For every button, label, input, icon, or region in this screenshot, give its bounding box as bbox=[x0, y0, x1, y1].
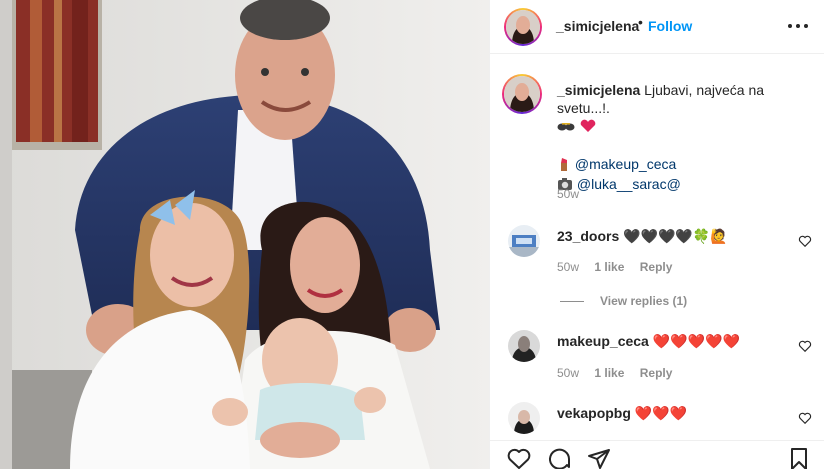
comment-avatar-makeup-ceca[interactable] bbox=[508, 330, 540, 362]
caption-username[interactable]: _simicjelena bbox=[557, 82, 640, 98]
hearts-icon bbox=[579, 119, 597, 137]
more-horizontal-icon[interactable] bbox=[786, 16, 810, 36]
caption-mention-photographer[interactable]: @luka__sarac bbox=[577, 176, 667, 192]
comment-3-username[interactable]: vekapopbg bbox=[557, 405, 631, 421]
lipstick-icon bbox=[557, 157, 571, 175]
comment-2: makeup_ceca ❤️❤️❤️❤️❤️ bbox=[557, 333, 740, 350]
comment-3-heart-icon[interactable] bbox=[798, 411, 812, 425]
comment-1-heart-icon[interactable] bbox=[798, 234, 812, 248]
post-header: _simicjelena • Follow bbox=[490, 0, 824, 54]
comment-1-username[interactable]: 23_doors bbox=[557, 228, 619, 244]
heart-icon[interactable] bbox=[506, 447, 532, 469]
caption-mention-makeup[interactable]: @makeup_ceca bbox=[575, 156, 676, 172]
comment-1-time: 50w bbox=[557, 260, 580, 274]
post-photo[interactable] bbox=[0, 0, 489, 469]
separator-dot: • bbox=[638, 14, 643, 30]
caption-timestamp: 50w bbox=[557, 187, 580, 201]
caption-mention-suffix: @ bbox=[666, 176, 681, 192]
bookmark-icon[interactable] bbox=[786, 447, 812, 469]
comment-2-text: ❤️❤️❤️❤️❤️ bbox=[652, 333, 740, 349]
comment-1-likes[interactable]: 1 like bbox=[594, 260, 624, 274]
paper-plane-icon[interactable] bbox=[586, 447, 612, 469]
family-portrait-image bbox=[0, 0, 489, 469]
author-avatar[interactable] bbox=[504, 8, 542, 46]
view-replies-label: View replies (1) bbox=[600, 294, 688, 308]
comment-2-meta: 50w 1 like Reply bbox=[557, 366, 672, 380]
caption-avatar[interactable] bbox=[502, 74, 542, 114]
comment-avatar-vekapopbg[interactable] bbox=[508, 402, 540, 434]
sunglasses-icon bbox=[557, 119, 575, 137]
comment-2-username[interactable]: makeup_ceca bbox=[557, 333, 649, 349]
comment-2-time: 50w bbox=[557, 366, 580, 380]
comment-3-text: ❤️❤️❤️ bbox=[634, 405, 688, 421]
author-username[interactable]: _simicjelena bbox=[556, 18, 639, 34]
post-actions-bar bbox=[490, 440, 824, 469]
comment-1: 23_doors 🖤🖤🖤🖤🍀🙋 bbox=[557, 228, 728, 245]
comment-1-reply-button[interactable]: Reply bbox=[640, 260, 673, 274]
caption-avatar-image bbox=[504, 76, 540, 112]
replies-divider bbox=[560, 301, 584, 303]
post-side-panel: _simicjelena • Follow _simicjelena Ljuba… bbox=[489, 0, 824, 469]
author-avatar-image bbox=[506, 10, 540, 44]
comment-icon[interactable] bbox=[546, 447, 572, 469]
comment-1-meta: 50w 1 like Reply bbox=[557, 260, 672, 274]
comment-1-text: 🖤🖤🖤🖤🍀🙋 bbox=[623, 228, 728, 244]
comment-2-reply-button[interactable]: Reply bbox=[640, 366, 673, 380]
comment-avatar-23-doors[interactable] bbox=[508, 225, 540, 257]
follow-button[interactable]: Follow bbox=[648, 18, 692, 34]
comment-3: vekapopbg ❤️❤️❤️ bbox=[557, 405, 687, 422]
view-replies-button[interactable]: View replies (1) bbox=[560, 294, 687, 308]
post-caption: _simicjelena Ljubavi, najveća na svetu..… bbox=[557, 81, 819, 195]
comment-2-heart-icon[interactable] bbox=[798, 339, 812, 353]
comment-2-likes[interactable]: 1 like bbox=[594, 366, 624, 380]
